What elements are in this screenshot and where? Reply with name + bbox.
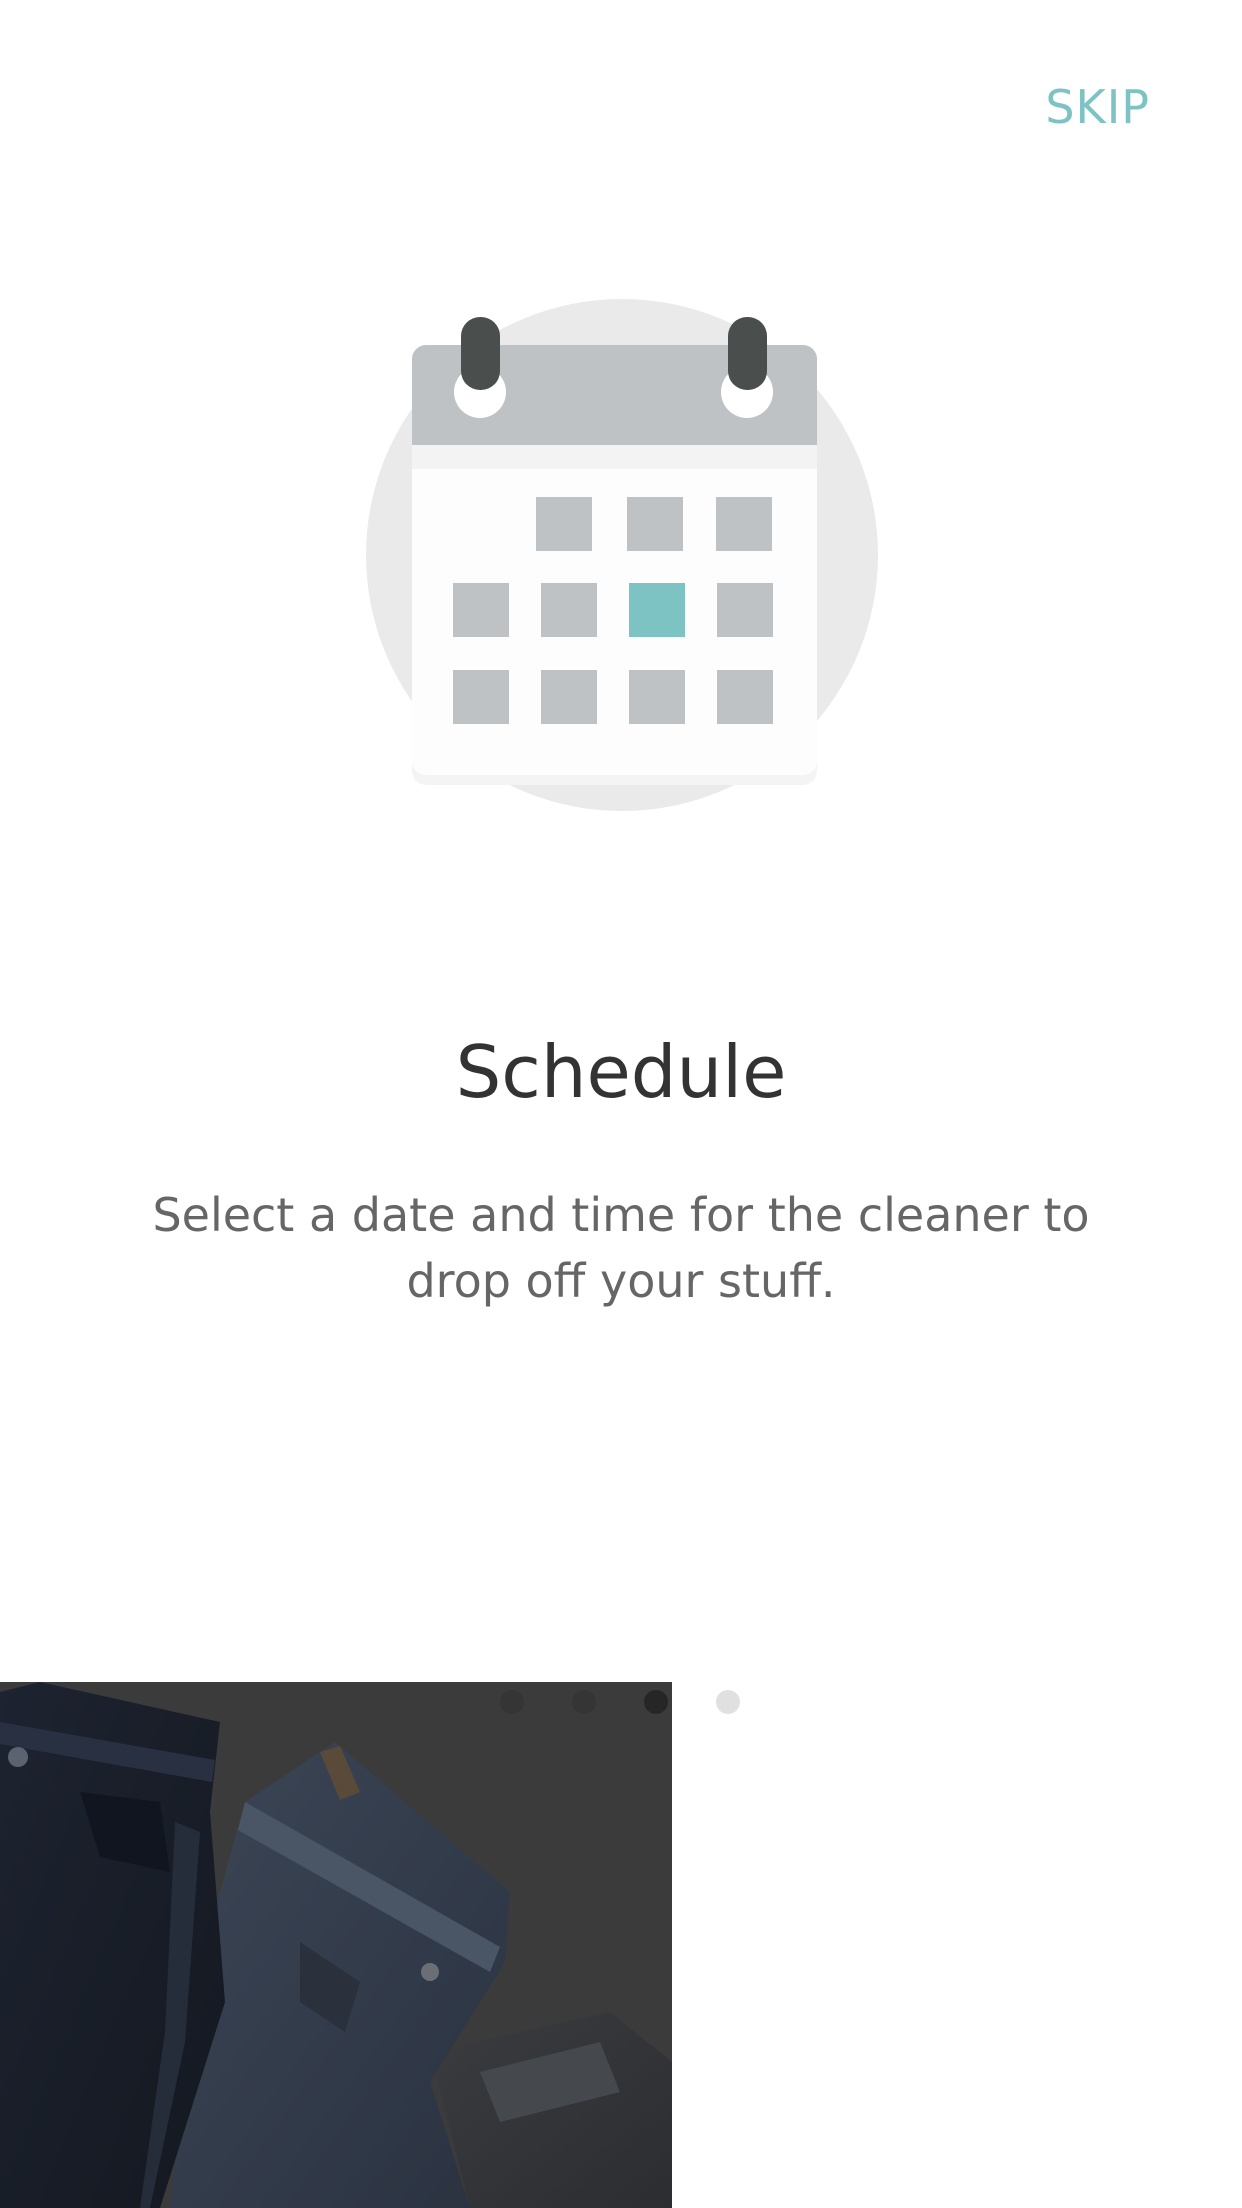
- page-dot-2[interactable]: [572, 1690, 596, 1714]
- skip-button[interactable]: SKIP: [1045, 80, 1150, 134]
- slide-description: Select a date and time for the cleaner t…: [152, 1188, 1090, 1308]
- slide-title: Schedule: [455, 1030, 787, 1114]
- page-dot-4[interactable]: [716, 1690, 740, 1714]
- onboarding-screen: SKIP Schedule Select a date and time for…: [0, 0, 1242, 2208]
- jeans-photo: [0, 1682, 672, 2208]
- page-indicator: [500, 1690, 740, 1714]
- page-dot-1[interactable]: [500, 1690, 524, 1714]
- page-dot-3-active[interactable]: [644, 1690, 668, 1714]
- calendar-icon: [366, 299, 878, 811]
